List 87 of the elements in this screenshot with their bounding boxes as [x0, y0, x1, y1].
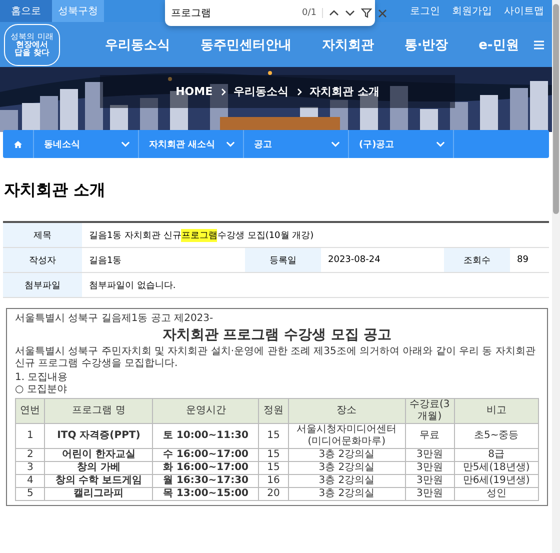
table-cell: 토 10:00~11:30: [152, 423, 259, 448]
table-cell: 캘리그라피: [44, 487, 153, 500]
chevron-down-icon: [436, 141, 445, 147]
views-value: 89: [516, 254, 528, 267]
subnav-dropdown[interactable]: 공고: [244, 130, 349, 158]
menu-icon[interactable]: [534, 40, 544, 50]
table-cell: 목 13:00~15:00: [152, 487, 259, 500]
column-header: 연번: [16, 398, 45, 424]
table-cell: 3층 2강의실: [288, 474, 406, 488]
date-value: 2023-08-24: [327, 254, 382, 267]
table-cell: 성인: [454, 487, 538, 500]
column-header: 운영시간: [152, 398, 259, 424]
subnav-dropdown[interactable]: 자치회관 새소식: [139, 130, 244, 158]
table-cell: 3만원: [405, 487, 454, 500]
subnav-dropdown[interactable]: 동네소식: [34, 130, 139, 158]
table-cell: 화 16:00~17:00: [152, 461, 259, 474]
field-label: 등록일: [245, 248, 321, 272]
table-cell: 8급: [454, 448, 538, 462]
user-link[interactable]: 로그인: [410, 4, 440, 18]
table-cell: 만5세(18년생): [454, 461, 538, 474]
table-cell: 3만원: [405, 461, 454, 474]
table-cell: ITQ 자격증(PPT): [44, 423, 153, 448]
chevron-down-icon: [121, 141, 130, 147]
nav-item[interactable]: 자치회관: [322, 36, 374, 54]
table-cell: 창의 수학 보드게임: [44, 474, 153, 488]
table-cell: 15: [258, 461, 288, 474]
table-cell: 16: [258, 474, 288, 488]
chevron-right-icon: [220, 88, 226, 96]
section-heading: 1. 모집내용: [15, 372, 69, 384]
chevron-down-icon: [331, 141, 340, 147]
column-header: 프로그램 명: [44, 398, 153, 424]
breadcrumb-item[interactable]: HOME: [176, 85, 213, 98]
table-cell: 3: [16, 461, 45, 474]
field-label: 첨부파일: [3, 273, 82, 297]
author-value: 길음1동: [88, 254, 123, 268]
subnav-dropdown[interactable]: (구)공고: [349, 130, 454, 158]
table-cell: 3만원: [405, 474, 454, 488]
chevron-down-icon: [226, 141, 235, 147]
table-cell: 5: [16, 487, 45, 500]
notice-number: 서울특별시 성북구 길음제1동 공고 제2023-: [15, 313, 214, 325]
post-title: 길음1동 자치회관 신규프로그램수강생 모집(10월 개강): [88, 228, 314, 244]
chevron-right-icon: [296, 88, 302, 96]
column-header: 장소: [288, 398, 406, 424]
breadcrumb-item[interactable]: 자치회관 소개: [310, 84, 380, 99]
attachment-value: 첨부파일이 없습니다.: [88, 280, 176, 292]
nav-item[interactable]: e-민원: [478, 36, 519, 54]
column-header: 정원: [258, 398, 288, 424]
subsection-heading: ○ 모집분야: [15, 384, 68, 396]
table-cell: 수 16:00~17:00: [152, 448, 259, 462]
table-cell: 창의 가베: [44, 461, 153, 474]
column-header: 비고: [454, 398, 538, 424]
breadcrumb-item[interactable]: 우리동소식: [234, 84, 289, 99]
nav-item[interactable]: 우리동소식: [105, 36, 170, 54]
table-cell: 2: [16, 448, 45, 462]
table-cell: 3층 2강의실: [288, 448, 406, 462]
table-cell: 15: [258, 448, 288, 462]
notice-heading: 자치회관 프로그램 수강생 모집 공고: [161, 327, 393, 344]
nav-item[interactable]: 통·반장: [404, 36, 448, 54]
nav-item[interactable]: 동주민센터안내: [200, 36, 292, 54]
logo[interactable]: 성북의 미래 현장에서 답을 찾다: [4, 24, 60, 66]
table-cell: 서울시청자미디어센터(미디어문화마루): [288, 423, 406, 448]
table-cell: 3층 2강의실: [288, 487, 406, 500]
top-link[interactable]: 홈으로: [0, 0, 52, 22]
table-cell: 15: [258, 423, 288, 448]
home-icon[interactable]: [14, 140, 22, 148]
table-cell: 어린이 한자교실: [44, 448, 153, 462]
match-count: 0/1: [302, 8, 324, 18]
page-title: 자치회관 소개: [3, 179, 107, 201]
table-cell: 1: [16, 423, 45, 448]
field-label: 조회수: [444, 248, 510, 272]
field-label: 작성자: [3, 248, 82, 272]
top-link[interactable]: 성북구청: [52, 0, 104, 22]
user-link[interactable]: 사이트맵: [504, 4, 544, 18]
table-cell: 4: [16, 474, 45, 488]
filter-button[interactable]: [361, 6, 372, 20]
column-header: 수강료(3개월): [405, 398, 454, 424]
table-cell: 3만원: [405, 448, 454, 462]
table-cell: 무료: [405, 423, 454, 448]
notice-paragraph: 서울특별시 성북구 주민자치회 및 자치회관 설치·운영에 관한 조례 제35조에 의거하여 아래와 같이 우리 동 자치회관 신규 프로그램 수강생을 모집합니다.: [15, 346, 536, 370]
field-label: 제목: [3, 223, 82, 247]
user-link[interactable]: 회원가입: [452, 4, 492, 18]
table-cell: 초5~중등: [454, 423, 538, 448]
table-cell: 월 16:30~17:30: [152, 474, 259, 488]
table-cell: 3층 2강의실: [288, 461, 406, 474]
table-cell: 만6세(19년생): [454, 474, 538, 488]
table-cell: 20: [258, 487, 288, 500]
scrollbar[interactable]: [552, 0, 560, 553]
